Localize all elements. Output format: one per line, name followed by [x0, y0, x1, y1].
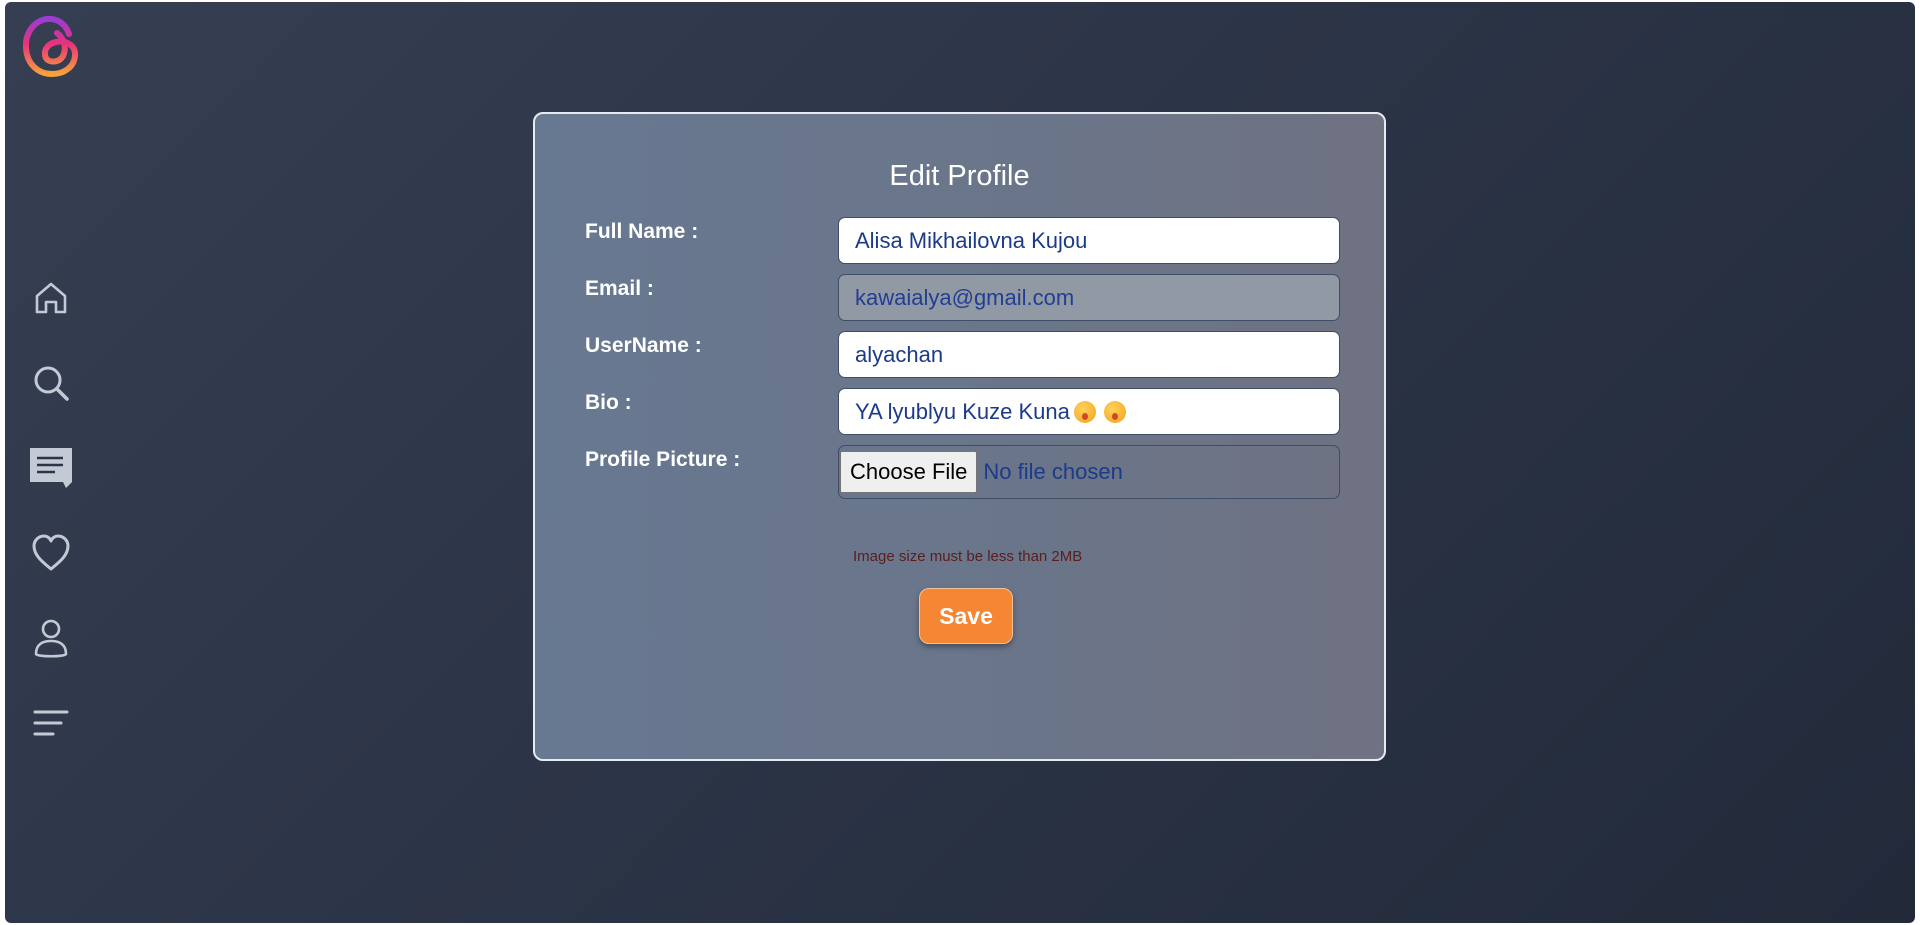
menu-icon — [31, 705, 71, 741]
face-emoji-icon — [1073, 400, 1096, 423]
save-button[interactable]: Save — [919, 588, 1013, 644]
image-size-hint: Image size must be less than 2MB — [853, 548, 1083, 565]
email-label: Email : — [585, 277, 654, 300]
edit-profile-card: Edit Profile Full Name : Email : UserNam… — [533, 112, 1386, 761]
username-label: UserName : — [585, 334, 702, 357]
bio-text: YA lyublyu Kuze Kuna — [855, 398, 1070, 424]
full-name-label: Full Name : — [585, 220, 699, 243]
sidebar-item-profile[interactable] — [25, 612, 77, 664]
sidebar-item-messages[interactable] — [25, 442, 77, 494]
profile-icon — [31, 616, 71, 660]
profile-picture-file-input[interactable]: Choose File No file chosen — [838, 445, 1340, 499]
sidebar-item-activity[interactable] — [25, 527, 77, 579]
profile-picture-label: Profile Picture : — [585, 448, 741, 471]
heart-icon — [30, 533, 72, 573]
full-name-input[interactable] — [838, 217, 1340, 264]
bio-label: Bio : — [585, 391, 632, 414]
file-status-text: No file chosen — [983, 459, 1123, 484]
choose-file-button[interactable]: Choose File — [840, 451, 978, 493]
chat-icon — [27, 444, 75, 492]
threads-logo-icon[interactable] — [19, 12, 83, 84]
home-icon — [31, 278, 71, 318]
email-input — [838, 274, 1340, 321]
bio-input[interactable]: YA lyublyu Kuze Kuna — [838, 388, 1340, 435]
app-window: Edit Profile Full Name : Email : UserNam… — [5, 2, 1915, 923]
sidebar-item-menu[interactable] — [25, 697, 77, 749]
sidebar-item-home[interactable] — [25, 272, 77, 324]
page-title: Edit Profile — [889, 160, 1030, 192]
search-icon — [30, 362, 72, 404]
face-emoji-icon — [1103, 400, 1126, 423]
sidebar-item-search[interactable] — [25, 357, 77, 409]
username-input[interactable] — [838, 331, 1340, 378]
